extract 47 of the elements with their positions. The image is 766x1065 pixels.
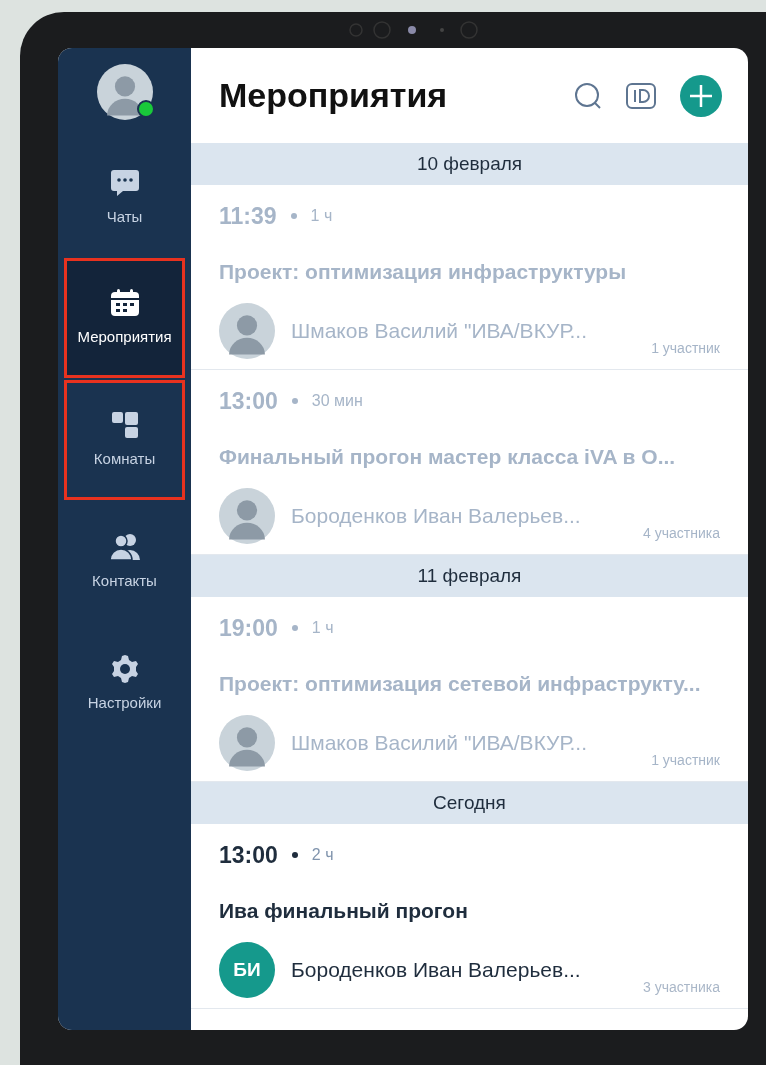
page-title: Мероприятия [219, 75, 448, 116]
organizer-name: Шмаков Василий "ИВА/ВКУР... [291, 730, 587, 757]
sidebar-item[interactable]: Чаты [64, 138, 185, 258]
dot-icon [291, 398, 298, 405]
people-icon [109, 531, 140, 562]
initials-avatar: БИ [219, 942, 275, 998]
avatar-photo-placeholder [219, 303, 275, 359]
dot-icon [291, 625, 298, 632]
participant-count: 1 участник [651, 751, 720, 770]
date-header: 11 февраля [191, 555, 748, 597]
event-item[interactable]: 13:00 2 ч Ива финальный прогон БИ Бороденков Иван Валерьев... 3 участника [191, 824, 748, 1009]
id-card-icon[interactable] [626, 82, 656, 109]
date-header: Сегодня [191, 782, 748, 824]
avatar-photo-placeholder [219, 715, 275, 771]
gear-icon [109, 653, 140, 684]
organizer-name: Бороденков Иван Валерьев... [291, 957, 581, 984]
participant-count: 3 участника [643, 978, 720, 997]
tiles-icon [109, 409, 140, 440]
event-time: 19:00 [219, 614, 278, 643]
sidebar-item[interactable]: Комнаты [64, 380, 185, 500]
dot-icon [290, 213, 297, 220]
sidebar-item[interactable]: Мероприятия [64, 258, 185, 378]
participant-count: 4 участника [643, 524, 720, 543]
calendar-icon [109, 287, 140, 318]
event-time: 11:39 [219, 202, 277, 231]
avatar-photo-placeholder [219, 488, 275, 544]
event-duration: 2 ч [311, 845, 334, 866]
participant-count: 1 участник [651, 339, 720, 358]
profile-avatar [96, 64, 153, 120]
search-icon[interactable] [574, 81, 602, 110]
event-duration: 1 ч [311, 618, 334, 639]
sidebar-item[interactable]: Настройки [64, 624, 185, 744]
date-header: 10 февраля [191, 143, 748, 185]
event-duration: 1 ч [310, 206, 333, 227]
event-title: Ива финальный прогон [219, 897, 469, 924]
organizer-name: Шмаков Василий "ИВА/ВКУР... [291, 318, 587, 345]
event-title: Финальный прогон мастер класса iVA в О... [219, 443, 677, 470]
organizer-name: Бороденков Иван Валерьев... [291, 503, 581, 530]
dot-icon [291, 852, 298, 859]
chat-bubble-icon [109, 167, 140, 198]
add-button[interactable] [680, 74, 722, 117]
sidebar-item[interactable]: Контакты [64, 502, 185, 622]
event-time: 13:00 [219, 841, 278, 870]
event-duration: 30 мин [311, 391, 363, 412]
event-time: 13:00 [219, 387, 278, 416]
event-title: Проект: оптимизация сетевой инфраструкту... [219, 670, 702, 697]
event-title: Проект: оптимизация инфраструктуры [219, 258, 628, 285]
